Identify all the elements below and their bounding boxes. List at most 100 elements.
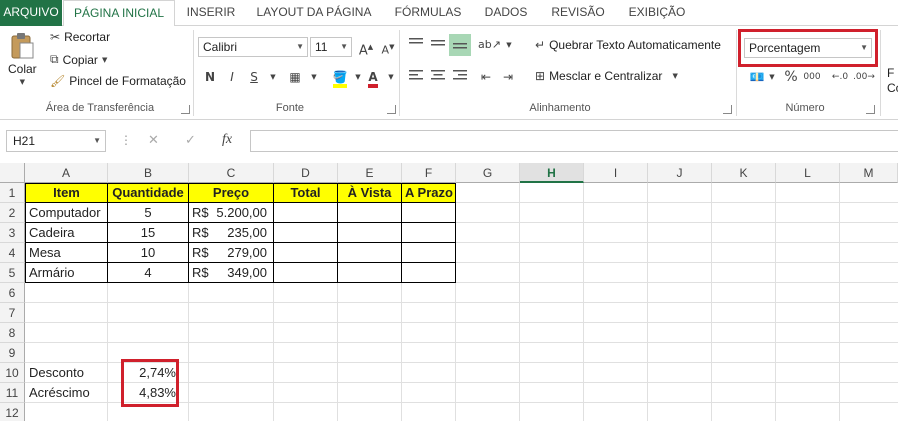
row-header[interactable]: 2 [0, 203, 25, 223]
wrap-text-button[interactable]: ↵ Quebrar Texto Automaticamente [535, 38, 721, 52]
select-all-corner[interactable] [0, 163, 25, 183]
row-header[interactable]: 4 [0, 243, 25, 263]
header-cell-a-vista[interactable]: À Vista [338, 183, 401, 203]
column-header-a[interactable]: A [25, 163, 108, 183]
copy-button[interactable]: ⧉ Copiar ▼ [50, 52, 107, 67]
align-right-button[interactable] [449, 66, 471, 88]
grow-font-button[interactable]: A▲ [355, 36, 377, 58]
column-header-k[interactable]: K [712, 163, 776, 183]
tab-dados[interactable]: DADOS [476, 0, 536, 26]
cell-quantidade[interactable]: 5 [108, 203, 188, 223]
format-painter-button[interactable]: 🖌 Pincel de Formatação [50, 74, 186, 88]
shrink-font-button[interactable]: A▼ [377, 36, 399, 58]
tab-formulas[interactable]: FÓRMULAS [384, 0, 472, 26]
column-header-f[interactable]: F [402, 163, 456, 183]
italic-button[interactable]: I [221, 66, 243, 88]
chevron-down-icon[interactable]: ▼ [766, 66, 778, 88]
font-launcher-icon[interactable] [387, 105, 396, 114]
cut-button[interactable]: ✂ Recortar [50, 30, 110, 44]
header-cell-item[interactable]: Item [26, 183, 107, 203]
increase-decimal-button[interactable]: ←.0 [829, 66, 851, 88]
column-header-d[interactable]: D [274, 163, 338, 183]
tab-pagina-inicial[interactable]: PÁGINA INICIAL [63, 0, 175, 27]
increase-indent-button[interactable]: ⇥ [497, 66, 519, 88]
align-bottom-button[interactable] [449, 34, 471, 56]
row-header[interactable]: 8 [0, 323, 25, 343]
cell-quantidade[interactable]: 15 [108, 223, 188, 243]
alignment-launcher-icon[interactable] [723, 105, 732, 114]
header-cell-quantidade[interactable]: Quantidade [108, 183, 188, 203]
row-header[interactable]: 12 [0, 403, 25, 421]
column-header-l[interactable]: L [776, 163, 840, 183]
row-header[interactable]: 3 [0, 223, 25, 243]
decrease-decimal-icon: .00→ [853, 72, 875, 82]
format-painter-label: Pincel de Formatação [69, 74, 186, 88]
column-header-g[interactable]: G [456, 163, 520, 183]
cancel-icon[interactable]: ✕ [148, 133, 159, 148]
surcharge-label-cell[interactable]: Acréscimo [26, 383, 107, 403]
column-header-i[interactable]: I [584, 163, 648, 183]
column-header-c[interactable]: C [189, 163, 274, 183]
cut-label: Recortar [64, 30, 111, 44]
tab-arquivo[interactable]: ARQUIVO [0, 0, 62, 26]
discount-label-cell[interactable]: Desconto [26, 363, 107, 383]
decrease-decimal-button[interactable]: .00→ [853, 66, 875, 88]
row-header[interactable]: 11 [0, 383, 25, 403]
align-middle-button[interactable] [427, 34, 449, 56]
tab-layout-da-pagina[interactable]: LAYOUT DA PÁGINA [248, 0, 380, 26]
cell-preco[interactable]: R$ 235,00 [189, 223, 273, 243]
worksheet-grid[interactable]: A B C D E F G H I J K L M 1 2 3 4 5 6 7 … [0, 163, 898, 421]
chevron-down-icon[interactable]: ▼ [498, 34, 520, 56]
row-header[interactable]: 7 [0, 303, 25, 323]
cell-item[interactable]: Computador [26, 203, 107, 223]
align-center-button[interactable] [427, 66, 449, 88]
conditional-format-partial-2[interactable]: Co [887, 81, 898, 95]
cell-preco[interactable]: R$ 5.200,00 [189, 203, 273, 223]
row-header[interactable]: 9 [0, 343, 25, 363]
column-header-j[interactable]: J [648, 163, 712, 183]
tab-exibicao[interactable]: EXIBIÇÃO [620, 0, 694, 26]
number-launcher-icon[interactable] [866, 105, 875, 114]
font-size-combo[interactable]: 11 ▼ [310, 37, 352, 57]
formula-input[interactable] [250, 130, 898, 152]
name-box[interactable]: H21 ▼ [6, 130, 106, 152]
merge-center-button[interactable]: ⊞ Mesclar e Centralizar ▼ [535, 69, 678, 83]
column-header-b[interactable]: B [108, 163, 189, 183]
chevron-down-icon[interactable]: ▼ [262, 66, 284, 88]
cell-preco[interactable]: R$ 349,00 [189, 263, 273, 283]
header-cell-preco[interactable]: Preço [189, 183, 273, 203]
chevron-down-icon[interactable]: ▼ [303, 66, 325, 88]
column-header-h[interactable]: H [520, 163, 584, 183]
cell-quantidade[interactable]: 4 [108, 263, 188, 283]
conditional-format-partial[interactable]: F [887, 66, 894, 80]
cell-item[interactable]: Cadeira [26, 223, 107, 243]
tab-revisao[interactable]: REVISÃO [540, 0, 616, 26]
row-header[interactable]: 5 [0, 263, 25, 283]
align-left-button[interactable] [405, 66, 427, 88]
decrease-indent-icon: ⇤ [480, 70, 492, 84]
header-cell-total[interactable]: Total [274, 183, 337, 203]
gridline [25, 322, 898, 323]
cell-item[interactable]: Mesa [26, 243, 107, 263]
row-header[interactable]: 10 [0, 363, 25, 383]
clipboard-launcher-icon[interactable] [181, 105, 190, 114]
tab-inserir[interactable]: INSERIR [178, 0, 244, 26]
row-header[interactable]: 6 [0, 283, 25, 303]
decrease-indent-button[interactable]: ⇤ [475, 66, 497, 88]
column-header-e[interactable]: E [338, 163, 402, 183]
cell-preco[interactable]: R$ 279,00 [189, 243, 273, 263]
cell-item[interactable]: Armário [26, 263, 107, 283]
bold-button[interactable]: N [199, 66, 221, 88]
cell-quantidade[interactable]: 10 [108, 243, 188, 263]
align-top-button[interactable] [405, 34, 427, 56]
font-name-combo[interactable]: Calibri ▼ [198, 37, 308, 57]
percent-style-button[interactable]: % [780, 66, 802, 88]
orientation-button[interactable]: ab↗ [478, 34, 501, 56]
enter-icon[interactable]: ✓ [185, 133, 196, 148]
header-cell-a-prazo[interactable]: A Prazo [402, 183, 455, 203]
column-header-m[interactable]: M [840, 163, 898, 183]
insert-function-button[interactable]: fx [222, 132, 232, 148]
comma-style-button[interactable]: 000 [801, 66, 823, 88]
row-header[interactable]: 1 [0, 183, 25, 203]
paste-button[interactable]: Colar ▼ [8, 32, 37, 86]
